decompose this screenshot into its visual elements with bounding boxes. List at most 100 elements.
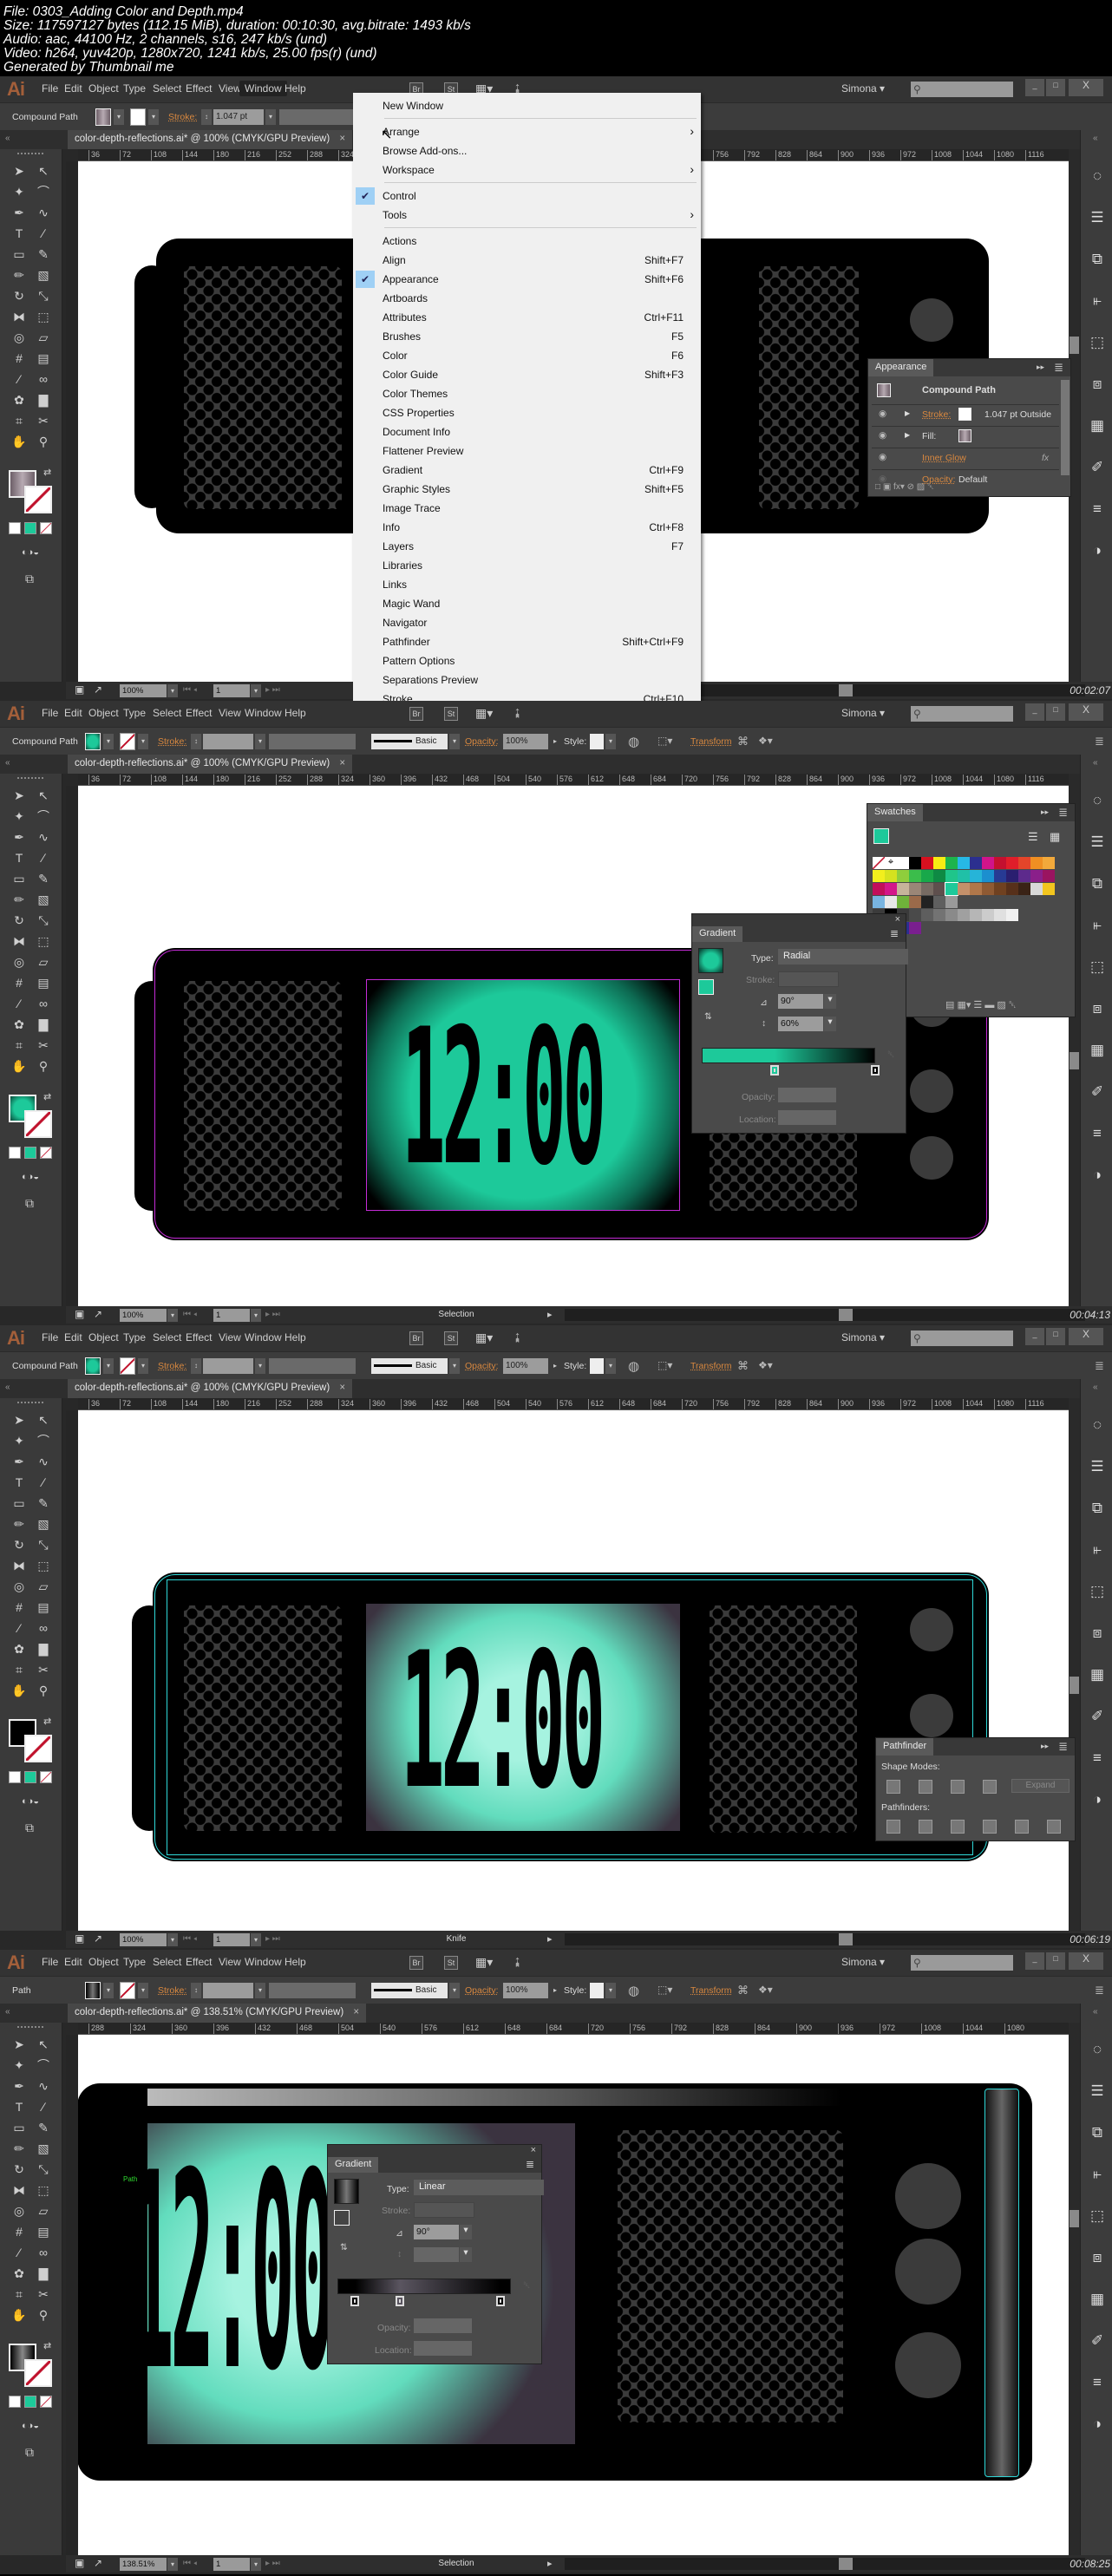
menu-file[interactable]: File: [42, 1956, 58, 1968]
window-menu-item[interactable]: Attributes Ctrl+F11: [353, 308, 701, 327]
swatch[interactable]: [1043, 883, 1055, 895]
swatch[interactable]: [933, 870, 945, 882]
window-menu-item[interactable]: Color F6: [353, 346, 701, 365]
menu-help[interactable]: Help: [285, 1331, 306, 1344]
swatches-panel-icon[interactable]: ▦: [1086, 2288, 1109, 2311]
swatch[interactable]: [994, 883, 1006, 895]
menu-type[interactable]: Type: [123, 1331, 146, 1344]
menu-view[interactable]: View: [219, 707, 241, 719]
none-mode-icon[interactable]: [40, 522, 52, 534]
pathfinder-panel-icon[interactable]: ⧈: [1086, 1622, 1109, 1644]
window-menu-item[interactable]: Actions: [353, 232, 701, 251]
swatch[interactable]: [921, 883, 933, 895]
lasso-tool-icon[interactable]: ⌒: [33, 807, 54, 826]
swatch[interactable]: [958, 909, 970, 921]
line-tool-icon[interactable]: ∕: [33, 2097, 54, 2116]
swatch[interactable]: [1006, 909, 1018, 921]
artboard-navigator-icon[interactable]: ▣: [75, 683, 84, 696]
width-tool-icon[interactable]: ⧓: [9, 307, 29, 326]
stroke-swatch[interactable]: [120, 733, 135, 750]
gpu-rocket-icon[interactable]: ➹: [507, 1952, 527, 1971]
magic-wand-tool-icon[interactable]: ✦: [9, 807, 29, 826]
open-in-bridge-icon[interactable]: ↗: [94, 1308, 102, 1320]
perspective-tool-icon[interactable]: ▱: [33, 328, 54, 347]
control-panel-menu-icon[interactable]: ≣: [1095, 1359, 1104, 1373]
graphic-style-swatch[interactable]: [590, 734, 604, 749]
opacity-field[interactable]: 100%: [503, 1983, 548, 1998]
menu-edit[interactable]: Edit: [64, 1956, 82, 1968]
window-menu-item[interactable]: Arrange ›: [353, 122, 701, 141]
window-menu-item[interactable]: Libraries: [353, 556, 701, 575]
swatch[interactable]: [1006, 883, 1018, 895]
user-menu[interactable]: Simona ▾: [841, 82, 885, 95]
rectangle-tool-icon[interactable]: ▭: [9, 869, 29, 888]
window-menu-item[interactable]: CSS Properties: [353, 403, 701, 422]
stroke-label[interactable]: Stroke:: [168, 112, 197, 122]
appearance-attr-label[interactable]: Stroke:: [922, 409, 951, 420]
eyedropper-tool-icon[interactable]: ⁄: [9, 369, 29, 389]
stock-button[interactable]: St: [444, 707, 458, 721]
collapse-toolbar-icon[interactable]: «: [5, 1383, 10, 1392]
width-tool-icon[interactable]: ⧓: [9, 2180, 29, 2200]
menu-view[interactable]: View: [219, 1956, 241, 1968]
artboard-canvas[interactable]: 12:00 Path: [78, 2035, 1069, 2555]
fill-dropdown[interactable]: ▾: [114, 109, 124, 125]
stroke-weight-dropdown[interactable]: ▾: [255, 1358, 265, 1374]
paintbrush-tool-icon[interactable]: ✎: [33, 1494, 54, 1513]
swatch[interactable]: [909, 857, 921, 869]
zoom-level-field[interactable]: 138.51%: [120, 2558, 167, 2571]
layers-panel-icon[interactable]: ☰: [1086, 206, 1109, 229]
zoom-dropdown[interactable]: ▾: [167, 2558, 178, 2571]
menu-help[interactable]: Help: [285, 1956, 306, 1968]
window-menu-item[interactable]: Layers F7: [353, 537, 701, 556]
variable-width-profile[interactable]: [269, 734, 356, 749]
artboard-canvas[interactable]: 12:00: [78, 1410, 1069, 1931]
blend-tool-icon[interactable]: ∞: [33, 369, 54, 389]
menu-effect[interactable]: Effect: [186, 1956, 212, 1968]
open-in-bridge-icon[interactable]: ↗: [94, 683, 102, 696]
window-menu-item[interactable]: Artboards: [353, 289, 701, 308]
swatch[interactable]: [873, 896, 885, 908]
free-transform-tool-icon[interactable]: ⬚: [33, 932, 54, 951]
menu-type[interactable]: Type: [123, 1956, 146, 1968]
zoom-level-field[interactable]: 100%: [120, 1933, 167, 1946]
stroke-weight-stepper[interactable]: ↕: [191, 1983, 201, 1998]
swatch[interactable]: [982, 870, 994, 882]
swatch[interactable]: [945, 870, 958, 882]
transform-panel-icon[interactable]: ⬚: [1086, 956, 1109, 978]
color-mode-icon[interactable]: [9, 1771, 21, 1783]
brush-dropdown[interactable]: ▾: [449, 734, 460, 749]
drawing-modes-icon[interactable]: ◐◑◒: [7, 1792, 54, 1811]
hand-tool-icon[interactable]: ✋: [9, 432, 29, 451]
first-prev-artboard[interactable]: ⏮ ◂: [183, 1310, 197, 1319]
align-to-icon[interactable]: ⬚▾: [657, 1984, 672, 1996]
symbol-sprayer-tool-icon[interactable]: ✿: [9, 390, 29, 409]
gradient-tool-icon[interactable]: ▤: [33, 2222, 54, 2241]
rectangle-tool-icon[interactable]: ▭: [9, 245, 29, 264]
change-screen-mode-icon[interactable]: ⧉: [19, 569, 40, 588]
align-to-icon[interactable]: ⬚▾: [657, 1359, 672, 1371]
color-panel-icon[interactable]: ◑: [1086, 2413, 1109, 2435]
appearance-panel-icon[interactable]: ◌: [1086, 165, 1109, 187]
angle-field[interactable]: 90°: [414, 2225, 459, 2239]
align-panel-icon[interactable]: ⫦: [1086, 2163, 1109, 2186]
pencil-tool-icon[interactable]: ✏: [9, 265, 29, 284]
menu-file[interactable]: File: [42, 1331, 58, 1344]
current-tool-status[interactable]: Selection: [387, 2559, 526, 2568]
window-menu-item[interactable]: Brushes F5: [353, 327, 701, 346]
stroke-weight-dropdown[interactable]: ▾: [255, 734, 265, 749]
swatch[interactable]: [982, 883, 994, 895]
appearance-row[interactable]: ◉ ▶ Stroke: 1.047 pt Outside: [872, 404, 1059, 425]
delete-stop-icon[interactable]: ␡: [887, 1049, 894, 1061]
current-tool-status[interactable]: Selection: [387, 1310, 526, 1319]
scale-tool-icon[interactable]: ⤡: [33, 911, 54, 930]
swatch[interactable]: [873, 870, 885, 882]
gradient-mode-icon[interactable]: [24, 1771, 36, 1783]
minus-back-button[interactable]: [1047, 1820, 1061, 1834]
zoom-tool-icon[interactable]: ⚲: [33, 1056, 54, 1076]
artboard-dropdown[interactable]: ▾: [251, 1309, 261, 1322]
horizontal-scroll-thumb[interactable]: [839, 1933, 853, 1945]
symbol-sprayer-tool-icon[interactable]: ✿: [9, 2264, 29, 2283]
next-last-artboard[interactable]: ▸ ⏭: [265, 2559, 280, 2568]
rectangle-tool-icon[interactable]: ▭: [9, 1494, 29, 1513]
